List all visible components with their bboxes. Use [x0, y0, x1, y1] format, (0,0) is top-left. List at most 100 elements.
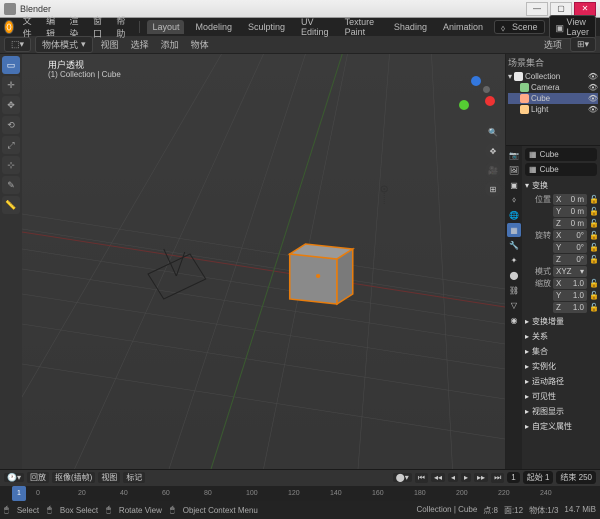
loc-z[interactable]: Z0 m — [553, 218, 587, 229]
scene-selector[interactable]: ⬨Scene — [494, 20, 545, 34]
loc-y[interactable]: Y0 m — [553, 206, 587, 217]
tl-playback[interactable]: 回放 — [27, 472, 49, 483]
overlays-toggle[interactable]: ⊞▾ — [570, 37, 596, 52]
workspace-tab-sculpting[interactable]: Sculpting — [243, 20, 290, 34]
close-button[interactable]: ✕ — [574, 2, 596, 16]
tool-rotate[interactable]: ⟲ — [2, 116, 20, 134]
tool-scale[interactable]: ⤢ — [2, 136, 20, 154]
header-add[interactable]: 添加 — [157, 37, 183, 52]
ptab-modifiers[interactable]: 🔧 — [507, 238, 521, 252]
timeline-type-dropdown[interactable]: 🕐▾ — [4, 473, 24, 482]
tool-annotate[interactable]: ✎ — [2, 176, 20, 194]
start-frame[interactable]: 起始 1 — [523, 471, 554, 484]
lock-icon[interactable]: 🔓 — [589, 207, 597, 216]
panel-collections[interactable]: ▸ 集合 — [525, 344, 597, 359]
gizmo-z-icon[interactable] — [471, 76, 481, 86]
tree-collection[interactable]: ▾Collection👁 — [508, 71, 598, 82]
next-key-button[interactable]: ▸▸ — [474, 473, 488, 482]
workspace-tab-layout[interactable]: Layout — [147, 20, 184, 34]
panel-visibility[interactable]: ▸ 可见性 — [525, 389, 597, 404]
ptab-particles[interactable]: ✦ — [507, 253, 521, 267]
visibility-toggle[interactable]: 👁 — [588, 105, 598, 114]
ptab-material[interactable]: ◉ — [507, 313, 521, 327]
play-reverse-button[interactable]: ◂ — [448, 473, 458, 482]
loc-x[interactable]: X0 m — [553, 194, 587, 205]
panel-instancing[interactable]: ▸ 实例化 — [525, 359, 597, 374]
ptab-world[interactable]: 🌐 — [507, 208, 521, 222]
playhead[interactable]: 1 — [12, 486, 26, 502]
mode-dropdown[interactable]: 物体模式 ▾ — [35, 36, 93, 53]
header-object[interactable]: 物体 — [187, 37, 213, 52]
ptab-output[interactable]: 🖼 — [507, 163, 521, 177]
autokey-toggle[interactable]: ⬤▾ — [393, 473, 412, 482]
jump-end-button[interactable]: ⏭ — [491, 473, 504, 483]
tool-cursor[interactable]: ✛ — [2, 76, 20, 94]
tool-measure[interactable]: 📏 — [2, 196, 20, 214]
viewlayer-selector[interactable]: ▣View Layer — [549, 15, 597, 39]
gizmo-neg-icon[interactable] — [483, 86, 490, 93]
blender-logo-icon[interactable] — [4, 20, 14, 34]
ptab-object[interactable]: ▦ — [507, 223, 521, 237]
pan-button[interactable]: ✥ — [485, 143, 501, 159]
panel-relations[interactable]: ▸ 关系 — [525, 329, 597, 344]
tool-transform[interactable]: ⊹ — [2, 156, 20, 174]
rot-x[interactable]: X0° — [553, 230, 587, 241]
view-gizmo[interactable] — [455, 74, 495, 114]
3d-viewport[interactable]: 用户透视 (1) Collection | Cube 🔍 ✥ 🎥 ⊞ — [22, 54, 505, 469]
panel-custom[interactable]: ▸ 自定义属性 — [525, 419, 597, 434]
lock-icon[interactable]: 🔓 — [589, 219, 597, 228]
ptab-constraints[interactable]: ⛓ — [507, 283, 521, 297]
minimize-button[interactable]: — — [526, 2, 548, 16]
gizmo-x-icon[interactable] — [485, 96, 495, 106]
visibility-toggle[interactable]: 👁 — [588, 72, 598, 81]
tool-move[interactable]: ✥ — [2, 96, 20, 114]
play-button[interactable]: ▸ — [461, 473, 471, 482]
current-frame[interactable]: 1 — [507, 472, 519, 483]
object-crumb[interactable]: ▦Cube — [525, 148, 597, 161]
scale-x[interactable]: X1.0 — [553, 278, 587, 289]
end-frame[interactable]: 结束 250 — [556, 471, 596, 484]
header-options[interactable]: 选项 — [540, 37, 566, 52]
lock-icon[interactable]: 🔓 — [589, 231, 597, 240]
lock-icon[interactable]: 🔓 — [589, 255, 597, 264]
data-crumb[interactable]: ▦Cube — [525, 163, 597, 176]
workspace-tab-texture[interactable]: Texture Paint — [340, 15, 383, 39]
rot-mode[interactable]: XYZ▾ — [553, 266, 587, 277]
header-view[interactable]: 视图 — [97, 37, 123, 52]
rot-z[interactable]: Z0° — [553, 254, 587, 265]
workspace-tab-modeling[interactable]: Modeling — [190, 20, 237, 34]
tl-keying[interactable]: 抠像(插帧) — [52, 472, 95, 483]
panel-transform[interactable]: ▾ 变换 — [525, 178, 597, 193]
lock-icon[interactable]: 🔓 — [589, 243, 597, 252]
scale-z[interactable]: Z1.0 — [553, 302, 587, 313]
gizmo-y-icon[interactable] — [459, 100, 469, 110]
lock-icon[interactable]: 🔓 — [589, 279, 597, 288]
ptab-scene[interactable]: ⬨ — [507, 193, 521, 207]
lock-icon[interactable]: 🔓 — [589, 303, 597, 312]
tree-cube[interactable]: Cube👁 — [508, 93, 598, 104]
lock-icon[interactable]: 🔓 — [589, 291, 597, 300]
prev-key-button[interactable]: ◂◂ — [431, 473, 445, 482]
toggle-persp-button[interactable]: ⊞ — [485, 181, 501, 197]
panel-display[interactable]: ▸ 视图显示 — [525, 404, 597, 419]
editor-type-dropdown[interactable]: ⬚▾ — [4, 37, 31, 52]
panel-motion[interactable]: ▸ 运动路径 — [525, 374, 597, 389]
ptab-render[interactable]: 📷 — [507, 148, 521, 162]
tool-select-box[interactable]: ▭ — [2, 56, 20, 74]
workspace-tab-shading[interactable]: Shading — [389, 20, 432, 34]
workspace-tab-animation[interactable]: Animation — [438, 20, 488, 34]
timeline-ruler[interactable]: 1 02040 6080100 120140160 180200220 240 — [0, 486, 600, 502]
tree-camera[interactable]: Camera👁 — [508, 82, 598, 93]
panel-delta[interactable]: ▸ 变换增量 — [525, 314, 597, 329]
visibility-toggle[interactable]: 👁 — [588, 83, 598, 92]
ptab-viewlayer[interactable]: ▣ — [507, 178, 521, 192]
ptab-data[interactable]: ▽ — [507, 298, 521, 312]
maximize-button[interactable]: ▢ — [550, 2, 572, 16]
tl-view[interactable]: 视图 — [98, 472, 120, 483]
workspace-tab-uv[interactable]: UV Editing — [296, 15, 334, 39]
ptab-physics[interactable]: ⬤ — [507, 268, 521, 282]
header-select[interactable]: 选择 — [127, 37, 153, 52]
zoom-button[interactable]: 🔍 — [485, 124, 501, 140]
rot-y[interactable]: Y0° — [553, 242, 587, 253]
tl-marker[interactable]: 标记 — [123, 472, 145, 483]
